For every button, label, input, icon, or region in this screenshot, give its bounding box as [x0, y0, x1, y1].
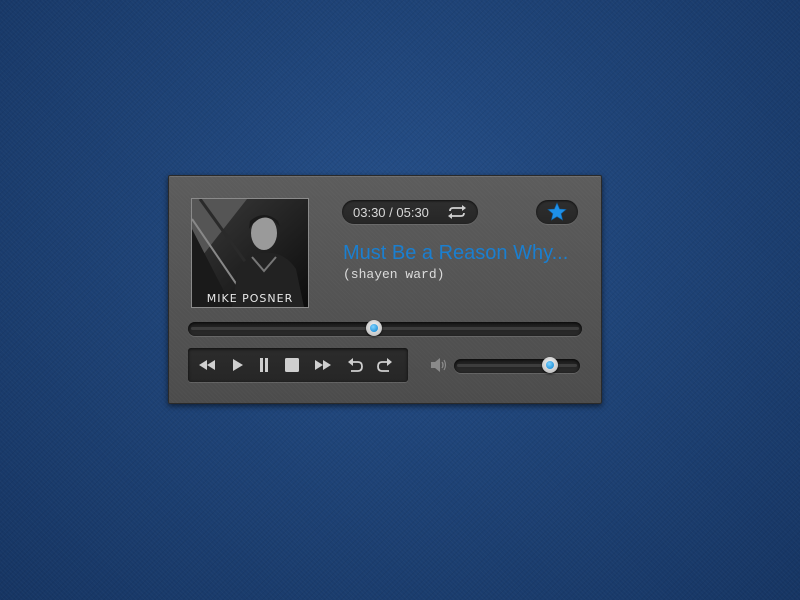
redo-icon — [377, 358, 392, 372]
album-art-text: MIKE POSNER — [206, 292, 294, 305]
time-text: 03:30 / 05:30 — [353, 205, 429, 220]
play-button[interactable] — [226, 354, 248, 376]
stop-icon — [285, 358, 299, 372]
stop-button[interactable] — [281, 354, 303, 376]
rewind-button[interactable] — [196, 354, 218, 376]
progress-groove — [191, 327, 579, 330]
fast-forward-button[interactable] — [312, 354, 334, 376]
pause-button[interactable] — [253, 354, 275, 376]
fast-forward-icon — [315, 360, 331, 370]
media-player: MIKE POSNER 03:30 / 05:30 Must Be a Reas… — [168, 175, 602, 404]
repeat-icon[interactable] — [446, 205, 468, 219]
playback-controls — [188, 348, 408, 382]
star-icon — [547, 202, 567, 221]
play-icon — [233, 359, 243, 371]
speaker-icon[interactable] — [429, 356, 447, 374]
album-photo — [192, 199, 308, 307]
volume-handle[interactable] — [542, 357, 558, 373]
progress-bar[interactable] — [188, 320, 582, 336]
volume-groove — [457, 364, 577, 367]
song-title: Must Be a Reason Why... — [343, 242, 569, 264]
album-art: MIKE POSNER — [191, 198, 309, 308]
undo-icon — [348, 358, 363, 372]
artist-name: (shayen ward) — [343, 267, 445, 282]
progress-handle[interactable] — [366, 320, 382, 336]
undo-button[interactable] — [344, 354, 366, 376]
volume-slider[interactable] — [454, 357, 580, 373]
time-display: 03:30 / 05:30 — [342, 200, 478, 224]
pause-icon — [260, 358, 268, 372]
redo-button[interactable] — [374, 354, 396, 376]
favorite-button[interactable] — [536, 200, 578, 224]
rewind-icon — [199, 360, 215, 370]
